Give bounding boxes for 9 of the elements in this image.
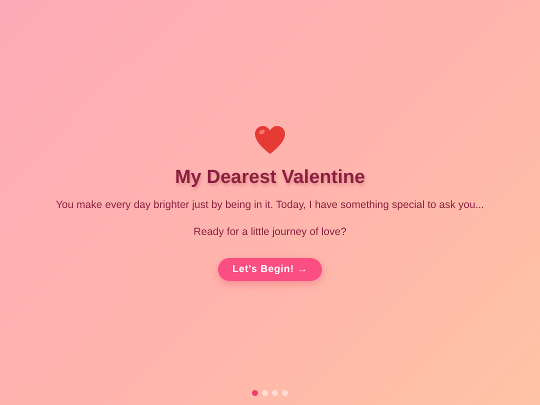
begin-button[interactable]: Let's Begin! → (218, 258, 322, 281)
question-text: Ready for a little journey of love? (194, 226, 346, 238)
step-dot[interactable] (252, 390, 258, 396)
step-dot[interactable] (272, 390, 278, 396)
step-dot[interactable] (282, 390, 288, 396)
message-text: You make every day brighter just by being in it. Today, I have something special to ask you... (56, 199, 484, 211)
page-title: My Dearest Valentine (174, 167, 366, 189)
heart-icon (254, 125, 286, 155)
step-dot[interactable] (262, 390, 268, 396)
